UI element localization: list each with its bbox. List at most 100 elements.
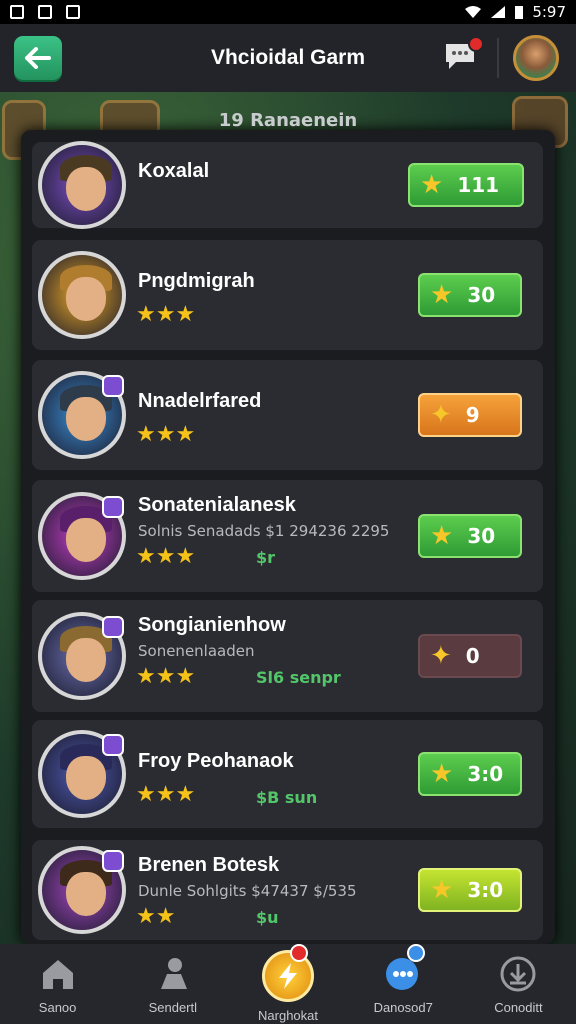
leaderboard-row[interactable]: Songianienhow Sonenenlaaden ★★★ Sl6 senpr ✦… [32,600,543,712]
sword-icon: ✦ [430,641,452,671]
score-button[interactable]: ✦ 0 [418,634,522,678]
player-stats: Solnis Senadads $1 294236 2295 [138,522,390,540]
star-rating: ★★★ [136,304,195,326]
cash-value: $r [256,548,276,567]
player-icon [153,954,193,994]
score-value: 3:0 [467,878,504,902]
avatar-face [66,277,106,321]
score-button[interactable]: ★ 3:0 [418,868,522,912]
avatar-face [66,167,106,211]
nav-item-download[interactable]: Conoditt [461,944,576,1024]
profile-avatar[interactable] [513,35,559,81]
rank-badge [102,375,124,397]
player-name: Brenen Botesk [138,854,280,876]
score-value: 9 [465,403,480,427]
bottom-navigation: Sanoo Sendertl Narghokat Danosod7 Conodi… [0,944,576,1024]
cash-value: Sl6 senpr [256,668,341,687]
avatar-face [66,638,106,682]
leaderboard-row[interactable]: Nnadelrfared ★★★ ✦ 9 [32,360,543,470]
leaderboard-row[interactable]: Froy Peohanaok ★★★ $B sun ★ 3:0 [32,720,543,828]
notification-icon [66,5,80,19]
star-icons: ★★★ [136,782,196,807]
status-time: 5:97 [532,3,566,21]
player-stats: Sonenenlaaden [138,642,255,660]
player-name: Koxalal [138,160,210,182]
score-value: 0 [465,644,480,668]
star-rating: ★★★ [136,784,195,806]
nav-label: Sanoo [38,1000,77,1015]
star-icons: ★★★ [136,544,196,569]
avatar-face [66,756,106,800]
nav-item-players[interactable]: Sendertl [115,944,230,1024]
score-button[interactable]: ★ 30 [418,273,522,317]
player-avatar [38,251,126,339]
star-icon: ★ [430,759,454,789]
leaderboard-row[interactable]: Sonatenialanesk Solnis Senadads $1 294236… [32,480,543,592]
player-name: Pngdmigrah [138,270,255,292]
rank-badge [102,496,124,518]
avatar-face [66,397,106,441]
star-icon: ★ [430,521,454,551]
status-icons-right: 5:97 [464,3,566,21]
notification-icon [10,5,24,19]
score-button[interactable]: ★ 3:0 [418,752,522,796]
nav-label: Narghokat [258,1008,318,1023]
wifi-icon [465,6,482,18]
nav-item-home[interactable]: Sanoo [0,944,115,1024]
score-button[interactable]: ★ 111 [408,163,524,207]
score-button[interactable]: ★ 30 [418,514,522,558]
nav-item-chat[interactable]: Danosod7 [346,944,461,1024]
notification-badge [406,944,425,962]
star-rating: ★★★ [136,666,195,688]
status-bar: 5:97 [0,0,576,24]
top-bar: Vhcioidal Garm [0,24,576,92]
player-avatar [38,141,126,229]
nav-label: Sendertl [148,1000,198,1015]
leaderboard-row[interactable]: Brenen Botesk Dunle Sohlgits $47437 $/535… [32,840,543,940]
notification-icon [38,5,52,19]
panel-subtitle: 19 Ranaenein [218,110,358,131]
leaderboard-row[interactable]: Koxalal ★ 111 [32,141,543,229]
sword-icon: ✦ [430,400,452,430]
star-icons: ★★★ [136,664,196,689]
score-value: 111 [457,173,500,197]
star-icon: ★ [430,875,454,905]
player-name: Sonatenialanesk [138,494,296,516]
star-rating: ★★★ [136,546,195,568]
cash-value: $B sun [256,788,318,807]
leaderboard-row[interactable]: Pngdmigrah ★★★ ★ 30 [32,240,543,350]
nav-label: Danosod7 [373,1000,433,1015]
star-icon: ★ [430,280,454,310]
player-name: Nnadelrfared [138,390,262,412]
nav-label: Conoditt [494,1000,543,1015]
star-rating: ★★ [136,906,175,928]
rank-badge [102,734,124,756]
score-button[interactable]: ✦ 9 [418,393,522,437]
notification-badge [468,36,484,52]
player-name: Songianienhow [138,614,286,636]
battery-icon [515,6,524,19]
rank-badge [102,850,124,872]
player-name: Froy Peohanaok [138,750,294,772]
score-value: 3:0 [467,762,504,786]
download-icon [498,954,538,994]
player-stats: Dunle Sohlgits $47437 $/535 [138,882,357,900]
score-value: 30 [467,283,496,307]
rank-badge [102,616,124,638]
cash-value: $u [256,908,279,927]
divider [497,38,499,78]
nav-item-action[interactable]: Narghokat [230,944,345,1024]
star-icon: ★ [420,170,444,200]
page-title: Vhcioidal Garm [210,46,366,69]
notification-badge [289,944,308,962]
home-icon [38,954,78,994]
avatar-face [66,518,106,562]
star-icons: ★★★ [136,302,196,327]
star-icons: ★★★ [136,422,196,447]
score-value: 30 [467,524,496,548]
chat-button[interactable] [442,36,484,78]
status-icons-left [10,5,80,19]
star-rating: ★★★ [136,424,195,446]
star-icons: ★★ [136,904,176,929]
avatar-face [66,872,106,916]
